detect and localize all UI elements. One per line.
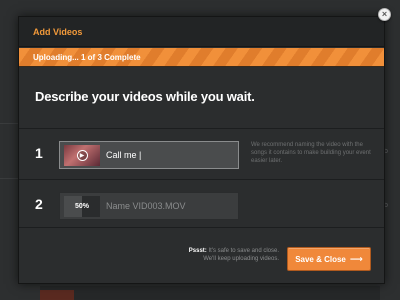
footer-note-line2: We'll keep uploading videos. (203, 256, 279, 262)
arrow-right-icon: ⟶ (349, 253, 363, 264)
upload-progress-label: Uploading... 1 of 3 Complete (33, 53, 141, 62)
modal-headline: Describe your videos while you wait. (35, 89, 255, 104)
background-text: b (384, 202, 388, 209)
upload-progress-thumbnail: 50% (64, 196, 100, 217)
upload-progress-percent: 50% (74, 203, 89, 210)
video-name-input[interactable] (106, 142, 232, 168)
video-row-number: 2 (35, 196, 43, 212)
background-text: b (384, 148, 388, 155)
video-name-input[interactable] (106, 193, 232, 219)
footer-note: Pssst: It's safe to save and close. We'l… (159, 247, 279, 263)
video-name-field[interactable]: ▶ (59, 141, 239, 169)
video-row: 1 ▶ We recommend naming the video with t… (19, 128, 384, 177)
footer-note-text: It's safe to save and close. (206, 248, 279, 254)
naming-hint: We recommend naming the video with the s… (251, 142, 371, 164)
video-thumbnail[interactable]: ▶ (64, 145, 100, 166)
modal-header: Add Videos (19, 17, 384, 47)
video-row-number: 1 (35, 145, 43, 161)
modal-title: Add Videos (33, 26, 83, 37)
upload-progress-bar: Uploading... 1 of 3 Complete (19, 48, 384, 67)
play-icon[interactable]: ▶ (76, 150, 88, 161)
footer-note-line1: Pssst: It's safe to save and close. (159, 247, 279, 255)
background-footer (40, 286, 380, 300)
video-name-field[interactable]: 50% (59, 192, 239, 220)
save-close-label: Save & Close (295, 254, 346, 264)
footer-note-emphasis: Pssst: (188, 248, 207, 254)
save-close-button[interactable]: Save & Close ⟶ (287, 247, 371, 271)
background-thumbnail (40, 290, 74, 300)
video-row: 2 50% (19, 179, 384, 228)
close-icon[interactable]: × (378, 8, 391, 21)
add-videos-modal: Add Videos Uploading... 1 of 3 Complete … (18, 16, 385, 284)
